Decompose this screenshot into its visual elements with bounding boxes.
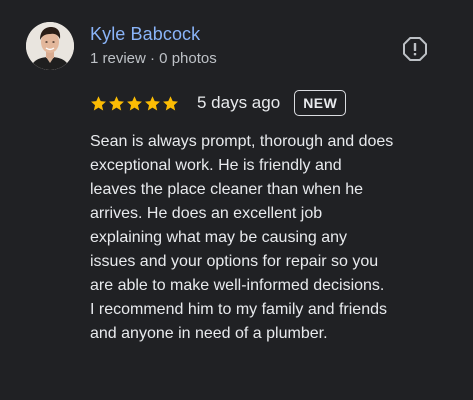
review-text-line: explaining what may be causing any bbox=[90, 229, 348, 246]
review-text-line: exceptional work. He is friendly and bbox=[90, 157, 342, 174]
star-rating bbox=[90, 95, 179, 112]
star-icon bbox=[109, 95, 124, 110]
author-avatar[interactable] bbox=[26, 22, 74, 70]
star-icon bbox=[163, 95, 178, 110]
review-text: Sean is always prompt, thorough and does… bbox=[90, 130, 465, 346]
report-icon[interactable] bbox=[402, 36, 428, 62]
new-badge: NEW bbox=[294, 90, 347, 116]
review-date: 5 days ago bbox=[197, 93, 281, 112]
review-text-line: I recommend him to my family and friends bbox=[90, 301, 387, 318]
review-text-line: are able to make well-informed decisions… bbox=[90, 277, 385, 294]
review-text-line: Sean is always prompt, thorough and does bbox=[90, 133, 394, 150]
author-meta: 1 review · 0 photos bbox=[90, 50, 217, 67]
review-text-line: leaves the place cleaner than when he bbox=[90, 181, 364, 198]
rating-row: 5 days ago NEW bbox=[90, 88, 347, 118]
star-icon bbox=[91, 95, 106, 110]
star-icon bbox=[127, 95, 142, 110]
review-text-line: and anyone in need of a plumber. bbox=[90, 325, 328, 342]
review-text-line: issues and your options for repair so yo… bbox=[90, 253, 379, 270]
star-icon bbox=[145, 95, 160, 110]
author-name[interactable]: Kyle Babcock bbox=[90, 24, 200, 45]
avatar-image bbox=[26, 22, 74, 70]
review-card: Kyle Babcock 1 review · 0 photos 5 days … bbox=[0, 0, 473, 400]
review-text-line: arrives. He does an excellent job bbox=[90, 205, 323, 222]
